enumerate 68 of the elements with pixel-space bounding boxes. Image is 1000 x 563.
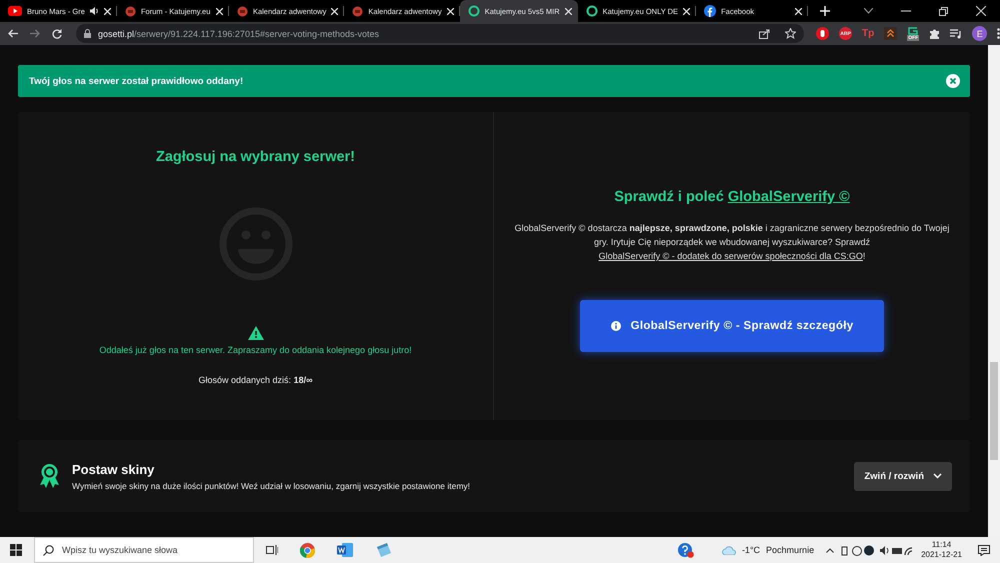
lock-icon: [84, 29, 91, 38]
close-icon[interactable]: [104, 8, 111, 14]
notepad-app-icon[interactable]: [375, 543, 391, 557]
facebook-icon: [704, 5, 716, 17]
skins-description: Wymień swoje skiny na duże ilości punktów! Weź udział w losowaniu, zgarnij wszystkie postawione itemy!: [72, 480, 472, 490]
already-voted-message: Oddałeś już głos na ten serwer. Zapraszamy do oddania kolejnego głosu jutro!: [99, 345, 412, 355]
clock-time: 11:14: [932, 540, 952, 550]
details-button[interactable]: GlobalServerify © - Sprawdź szczegóły: [580, 300, 884, 352]
votes-today-text: Głosów oddanych dziś: 18/∞: [198, 375, 312, 385]
forward-icon[interactable]: [30, 29, 40, 38]
notifications-icon[interactable]: [978, 544, 990, 556]
taskbar-search-field[interactable]: Wpisz tu wyszukiwane słowa: [34, 537, 254, 563]
close-icon[interactable]: [683, 8, 690, 14]
close-icon[interactable]: [564, 8, 572, 14]
chrome-icon[interactable]: [300, 542, 315, 558]
restore-icon[interactable]: [939, 6, 948, 16]
info-icon: [610, 321, 621, 331]
speaker-icon[interactable]: [90, 7, 99, 15]
addon-link[interactable]: GlobalServerify © - dodatek do serwerów społeczności dla CS:GO: [598, 251, 863, 261]
vote-heading: Zagłosuj na wybrany serwer!: [156, 149, 356, 165]
task-view-icon[interactable]: [266, 545, 278, 555]
collapse-button[interactable]: Zwiń / rozwiń: [854, 462, 952, 490]
address-field[interactable]: gosetti.pl/serwery/91.224.117.196:27015#server-voting-methods-votes: [76, 24, 804, 43]
video-logo-icon: [8, 6, 22, 16]
ring-icon: [586, 5, 598, 17]
search-icon: [43, 544, 54, 556]
close-icon[interactable]: [216, 8, 223, 14]
cloud-icon: [722, 545, 736, 555]
close-icon[interactable]: [331, 8, 338, 14]
close-icon[interactable]: [976, 6, 986, 16]
minimize-icon[interactable]: [901, 10, 911, 12]
promo-heading: Sprawdź i poleć GlobalServerify ©: [614, 189, 850, 205]
helmet-icon: [124, 6, 136, 16]
award-icon: [39, 463, 60, 489]
chevron-up-icon[interactable]: [826, 548, 834, 552]
success-message: Twój głos na serwer został prawidłowo oddany!: [29, 76, 244, 86]
share-icon[interactable]: [759, 28, 770, 38]
dropdown-icon[interactable]: [864, 8, 873, 14]
helmet-icon: [352, 6, 364, 16]
skins-heading: Postaw skiny: [72, 462, 156, 476]
ring-icon: [468, 5, 480, 17]
heading-link[interactable]: GlobalServerify ©: [728, 189, 850, 205]
close-icon[interactable]: [795, 8, 802, 14]
search-placeholder: Wpisz tu wyszukiwane słowa: [62, 545, 178, 555]
menu-icon[interactable]: [997, 28, 1000, 39]
warning-icon: [248, 326, 264, 340]
url-text: gosetti.pl/serwery/91.224.117.196:27015#server-voting-methods-votes: [98, 28, 380, 38]
promo-paragraph: GlobalServerify © dostarcza najlepsze, sprawdzone, polskie i zagraniczne serwery bezpośrednio do Twojej gry. Irytuje Cię nieporządek we wbudowanej wyszukiwarce? Sprawdź GlobalServerify © - dodatek do serwerów społeczności dla CS:GO!: [514, 222, 950, 263]
reload-icon[interactable]: [52, 28, 62, 38]
windows-start-icon[interactable]: [10, 544, 22, 556]
scrollbar[interactable]: [988, 45, 1000, 537]
close-icon[interactable]: [446, 8, 454, 14]
back-icon[interactable]: [8, 29, 18, 38]
weather-text: Pochmurnie: [766, 545, 814, 555]
tray-icons-drawing[interactable]: [841, 544, 914, 556]
clock-date: 2021-12-21: [921, 550, 962, 560]
profile-avatar[interactable]: E: [972, 26, 988, 41]
help-icon[interactable]: [678, 542, 694, 558]
new-tab-icon[interactable]: [820, 6, 830, 16]
chevron-down-icon: [933, 473, 942, 479]
playlist-icon[interactable]: [950, 28, 962, 38]
temperature-text: -1°C: [742, 545, 760, 555]
helmet-icon: [236, 6, 248, 16]
chevrons-extension-icon[interactable]: [884, 27, 898, 40]
puzzle-icon[interactable]: [929, 28, 940, 39]
record-extension-icon[interactable]: [816, 27, 829, 40]
document-app-icon[interactable]: [337, 543, 353, 557]
star-icon[interactable]: [785, 28, 796, 39]
